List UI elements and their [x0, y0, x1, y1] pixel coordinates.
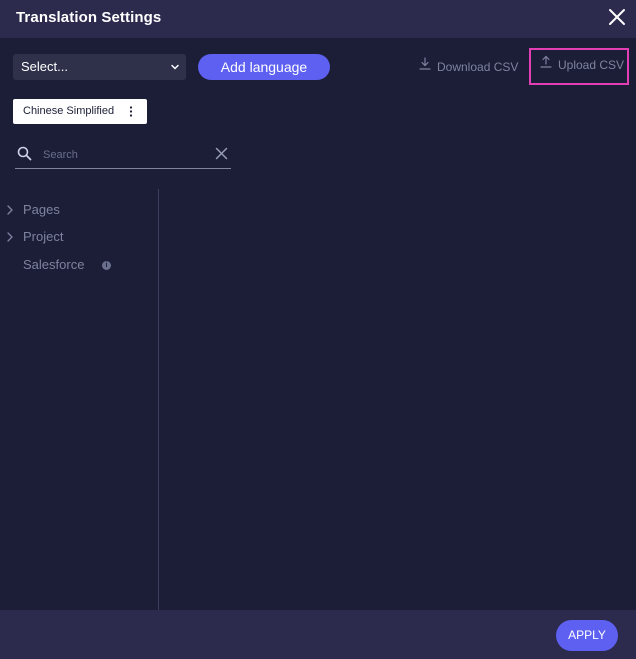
clear-search-icon[interactable] — [215, 147, 228, 160]
upload-csv-label: Upload CSV — [558, 58, 625, 72]
close-icon[interactable] — [607, 7, 627, 27]
dialog-title: Translation Settings — [16, 9, 162, 26]
dialog-footer: APPLY — [0, 610, 636, 659]
download-csv-label: Download CSV — [437, 60, 519, 74]
search-input[interactable] — [43, 145, 203, 165]
download-csv-button[interactable]: Download CSV — [419, 56, 518, 78]
tree-item-label: Pages — [23, 202, 60, 217]
tree-item-label: Project — [23, 229, 64, 244]
tree-item-project[interactable]: Project — [4, 227, 144, 247]
chevron-right-icon — [7, 232, 13, 242]
language-select-value: Select... — [21, 59, 68, 74]
add-language-button[interactable]: Add language — [198, 54, 330, 80]
apply-button[interactable]: APPLY — [556, 620, 618, 651]
language-chip-label: Chinese Simplified — [23, 105, 115, 117]
tree-item-pages[interactable]: Pages — [4, 200, 144, 220]
download-icon — [419, 57, 431, 70]
language-select[interactable]: Select... — [13, 54, 186, 80]
search-icon — [17, 146, 32, 161]
dialog-header: Translation Settings — [0, 0, 636, 38]
chevron-down-icon — [171, 64, 179, 70]
chevron-right-icon — [7, 205, 13, 215]
upload-csv-button[interactable]: Upload CSV — [529, 48, 629, 85]
tree-item-salesforce[interactable]: Salesforce i — [4, 255, 144, 275]
tree-item-label: Salesforce — [23, 257, 85, 272]
info-icon[interactable]: i — [102, 261, 111, 270]
search-box — [15, 141, 231, 169]
language-chip[interactable]: Chinese Simplified — [13, 99, 147, 124]
panel-divider — [158, 189, 159, 610]
kebab-icon[interactable] — [129, 106, 133, 117]
upload-icon — [540, 55, 552, 68]
